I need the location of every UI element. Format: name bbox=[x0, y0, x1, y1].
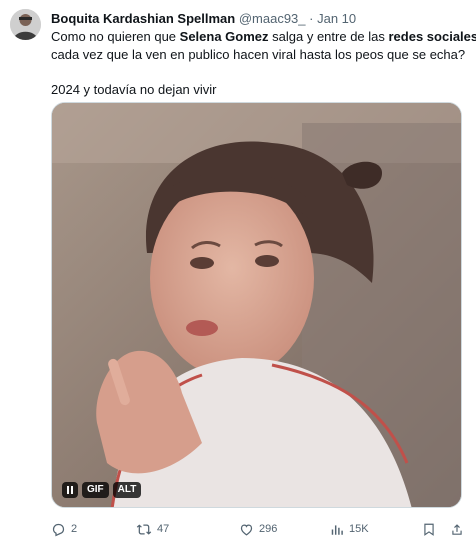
author-display-name[interactable]: Boquita Kardashian Spellman bbox=[51, 11, 235, 26]
tweet-text-line-3: 2024 y todavía no dejan vivir bbox=[51, 82, 217, 97]
alt-text-button[interactable]: ALT bbox=[112, 482, 142, 498]
view-count: 15K bbox=[349, 523, 369, 535]
tweet-text-line-1: Como no quieren que Selena Gomez salga y… bbox=[51, 28, 476, 46]
text-segment: Como no quieren que bbox=[51, 29, 180, 44]
tweet-header: Boquita Kardashian Spellman @maac93_ · J… bbox=[51, 11, 466, 27]
like-icon bbox=[240, 523, 253, 536]
author-handle[interactable]: @maac93_ bbox=[239, 11, 306, 26]
gif-controls: GIF ALT bbox=[62, 482, 142, 498]
share-icon bbox=[452, 523, 462, 535]
pause-icon bbox=[67, 482, 73, 498]
text-segment: salga y entre de las bbox=[268, 29, 389, 44]
avatar[interactable] bbox=[10, 9, 41, 40]
tweet-timestamp[interactable]: Jan 10 bbox=[317, 11, 356, 26]
views-button[interactable]: 15K bbox=[330, 520, 369, 538]
tweet: Boquita Kardashian Spellman @maac93_ · J… bbox=[0, 0, 476, 541]
repost-count: 47 bbox=[157, 523, 170, 535]
bookmark-icon bbox=[424, 523, 434, 536]
gif-badge: GIF bbox=[82, 482, 109, 498]
gif-frame-image bbox=[52, 103, 461, 507]
views-icon bbox=[331, 524, 343, 535]
reply-count: 2 bbox=[71, 523, 78, 535]
share-button[interactable] bbox=[450, 520, 464, 538]
repost-button[interactable]: 47 bbox=[136, 520, 169, 538]
repost-icon bbox=[136, 523, 152, 535]
tweet-text: Como no quieren que Selena Gomez salga y… bbox=[51, 28, 476, 99]
reply-icon bbox=[52, 523, 65, 536]
tweet-text-line-2: cada vez que la ven en publico hacen vir… bbox=[51, 47, 466, 62]
like-count: 296 bbox=[259, 523, 278, 535]
like-button[interactable]: 296 bbox=[239, 520, 277, 538]
tweet-actions: 2 47 296 15K bbox=[51, 520, 467, 540]
pause-button[interactable] bbox=[62, 482, 78, 498]
tweet-gif-media[interactable]: GIF ALT bbox=[51, 102, 462, 508]
bookmark-button[interactable] bbox=[422, 520, 436, 538]
text-bold-segment: redes sociales bbox=[388, 29, 476, 44]
separator-dot: · bbox=[309, 11, 314, 26]
reply-button[interactable]: 2 bbox=[51, 520, 77, 538]
text-bold-segment: Selena Gomez bbox=[179, 29, 269, 44]
